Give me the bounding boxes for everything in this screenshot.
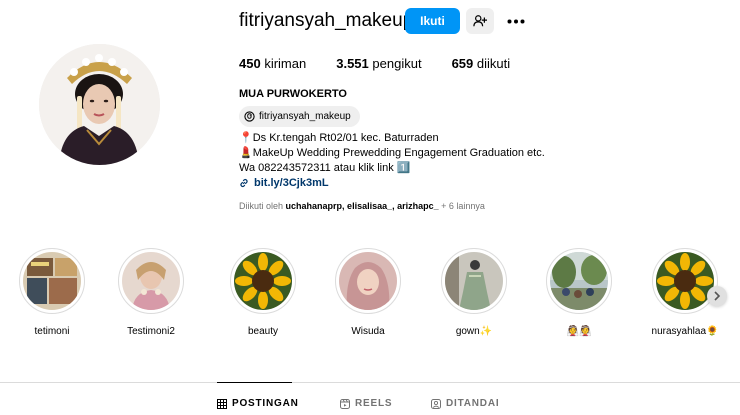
highlight-ring (230, 248, 296, 314)
grid-icon (217, 399, 227, 409)
highlight-label: Wisuda (351, 326, 385, 337)
more-dots-icon (507, 19, 525, 23)
suggested-accounts-button[interactable] (466, 8, 494, 34)
highlight-thumbnail (550, 252, 608, 310)
highlight-item[interactable]: 👰👰 (534, 248, 624, 338)
highlight-thumbnail (234, 252, 292, 310)
highlight-ring (335, 248, 401, 314)
sunflower-thumbnail (234, 252, 292, 310)
tab-tagged-label: DITANDAI (446, 398, 500, 409)
tagged-icon (431, 399, 441, 409)
followed-by-suffix: + 6 lainnya (441, 201, 485, 211)
threads-handle: fitriyansyah_makeup (259, 111, 351, 122)
bio-line-contact: Wa 082243572311 atau klik link 1️⃣ (239, 162, 411, 174)
highlight-ring (19, 248, 85, 314)
avatar-image (39, 44, 160, 165)
profile-avatar[interactable] (39, 44, 160, 165)
story-highlights: tetimoni Testimoni2 beauty Wisuda gown✨ … (0, 248, 740, 343)
posts-count: 450 (239, 56, 261, 71)
highlight-ring (118, 248, 184, 314)
highlight-thumbnail (656, 252, 714, 310)
hijab-portrait-thumbnail (339, 252, 397, 310)
followers-stat[interactable]: 3.551 pengikut (336, 56, 421, 72)
bride-portrait-thumbnail (122, 252, 180, 310)
tab-reels[interactable]: REELS (340, 398, 392, 410)
followers-label: pengikut (372, 56, 422, 71)
follow-button[interactable]: Ikuti (405, 8, 460, 34)
add-person-icon (473, 15, 487, 27)
bio-line-services: 💄MakeUp Wedding Prewedding Engagement Gr… (239, 147, 545, 159)
highlight-ring (652, 248, 718, 314)
highlight-label: nurasyahlaa🌻 (651, 326, 719, 337)
threads-icon (244, 111, 255, 122)
highlight-label: tetimoni (34, 326, 70, 337)
tabs-divider (0, 382, 740, 383)
followers-count: 3.551 (336, 56, 369, 71)
reels-icon (340, 399, 350, 409)
highlight-label: Testimoni2 (127, 326, 175, 337)
followed-by-prefix: Diikuti oleh (239, 201, 284, 211)
highlight-ring (441, 248, 507, 314)
bio-link-text: bit.ly/3Cjk3mL (254, 177, 329, 189)
highlight-label: 👰👰 (566, 326, 592, 337)
tab-posts-label: POSTINGAN (232, 398, 299, 409)
highlight-label: gown✨ (455, 326, 493, 337)
following-stat[interactable]: 659 diikuti (452, 56, 511, 72)
highlights-next-button[interactable] (707, 286, 727, 306)
link-icon (239, 178, 249, 188)
highlight-item[interactable]: gown✨ (429, 248, 519, 338)
highlight-item[interactable]: Testimoni2 (106, 248, 196, 338)
tab-posts[interactable]: POSTINGAN (217, 398, 299, 410)
following-label: diikuti (476, 56, 511, 71)
bio-line-address: 📍Ds Kr.tengah Rt02/01 kec. Baturraden (239, 132, 439, 144)
photo-collage-thumbnail (23, 252, 81, 310)
highlight-thumbnail (339, 252, 397, 310)
highlight-item[interactable]: beauty (218, 248, 308, 338)
outdoor-group-thumbnail (550, 252, 608, 310)
sunflower-thumbnail (656, 252, 714, 310)
highlight-thumbnail (23, 252, 81, 310)
highlight-item[interactable]: tetimoni (7, 248, 97, 338)
chevron-right-icon (714, 291, 721, 301)
profile-username: fitriyansyah_makeup (239, 10, 414, 31)
green-gown-thumbnail (445, 252, 503, 310)
more-options-button[interactable] (503, 10, 529, 32)
tab-reels-label: REELS (355, 398, 393, 409)
posts-stat: 450 kiriman (239, 56, 306, 72)
active-tab-indicator (217, 382, 292, 383)
followed-by-text[interactable]: Diikuti oleh uchahanaprp, elisalisaa_, a… (239, 200, 485, 212)
threads-badge[interactable]: fitriyansyah_makeup (239, 106, 360, 127)
bio-text: 📍Ds Kr.tengah Rt02/01 kec. Baturraden 💄M… (239, 131, 545, 176)
highlight-item[interactable]: Wisuda (323, 248, 413, 338)
following-count: 659 (451, 56, 474, 71)
tab-tagged[interactable]: DITANDAI (431, 398, 499, 410)
bio-name: MUA PURWOKERTO (239, 88, 347, 100)
highlight-thumbnail (122, 252, 180, 310)
highlight-label: beauty (247, 326, 279, 337)
followed-by-names: uchahanaprp, elisalisaa_, arizhapc_ (285, 201, 439, 211)
bio-link[interactable]: bit.ly/3Cjk3mL (239, 176, 329, 190)
posts-label: kiriman (264, 56, 307, 71)
profile-stats: 450 kiriman 3.551 pengikut 659 diikuti (239, 56, 540, 72)
highlight-thumbnail (445, 252, 503, 310)
highlight-ring (546, 248, 612, 314)
